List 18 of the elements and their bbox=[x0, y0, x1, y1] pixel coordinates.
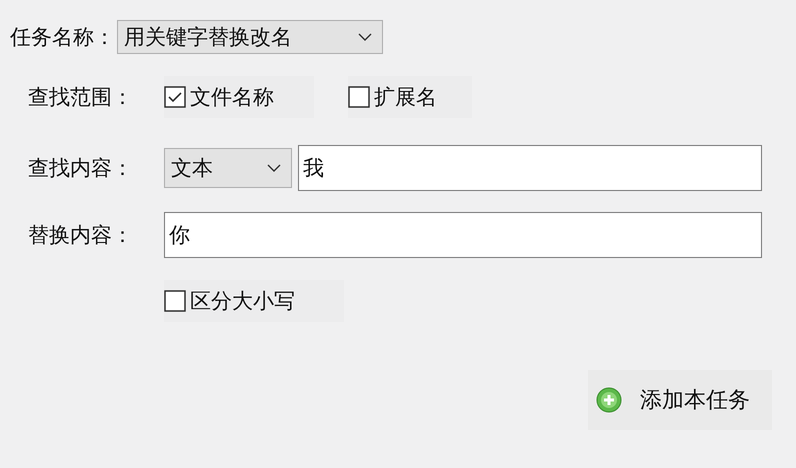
checkbox-icon[interactable] bbox=[348, 86, 370, 108]
caret-icon bbox=[358, 33, 372, 41]
replace-content-label: 替换内容： bbox=[28, 222, 134, 249]
replace-input-field[interactable]: 你 bbox=[164, 212, 762, 258]
checkbox-icon[interactable] bbox=[164, 86, 186, 108]
caret-icon bbox=[267, 164, 281, 172]
search-scope-label: 查找范围： bbox=[28, 84, 134, 111]
checkbox-icon[interactable] bbox=[164, 290, 186, 312]
plus-icon bbox=[596, 387, 622, 413]
find-content-label: 查找内容： bbox=[28, 155, 134, 182]
task-name-label: 任务名称： bbox=[10, 24, 115, 51]
add-task-button[interactable]: 添加本任务 bbox=[588, 370, 772, 430]
case-sensitive-checkbox[interactable]: 区分大小写 bbox=[164, 280, 344, 322]
task-name-dropdown[interactable]: 用关键字替换改名 bbox=[117, 20, 383, 54]
find-mode-dropdown[interactable]: 文本 bbox=[164, 148, 292, 188]
find-input-field[interactable]: 我 bbox=[298, 145, 762, 191]
scope-checkbox[interactable]: 文件名称 bbox=[164, 76, 314, 118]
scope-checkbox[interactable]: 扩展名 bbox=[348, 76, 472, 118]
